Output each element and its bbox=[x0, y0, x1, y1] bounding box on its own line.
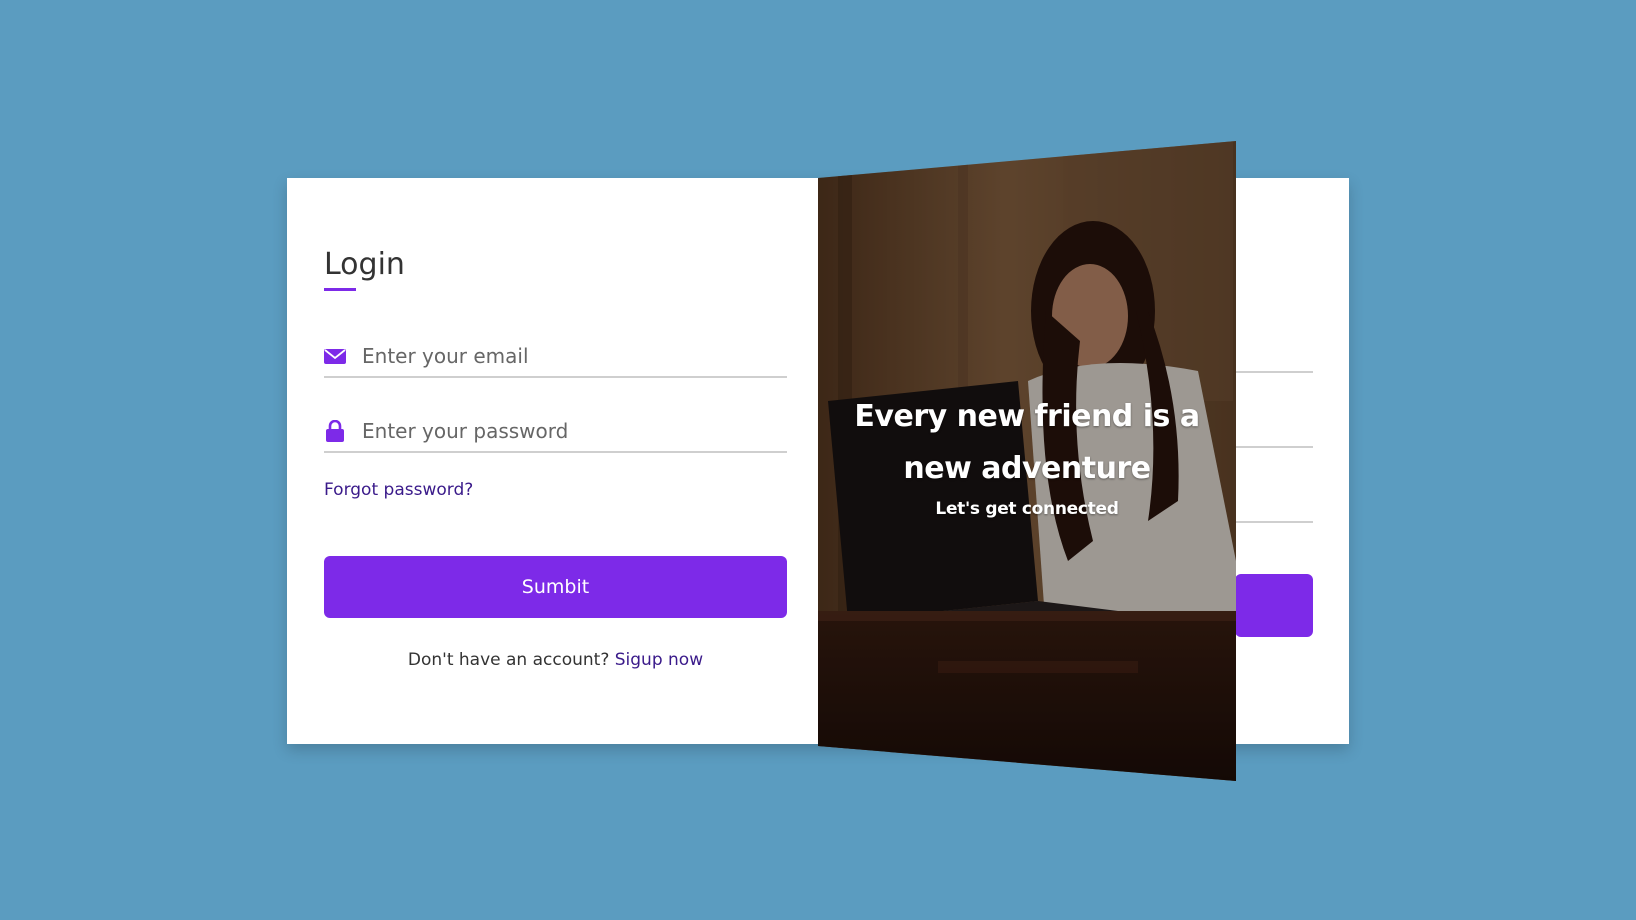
login-form: Login Enter your email Forgot password? … bbox=[324, 244, 787, 670]
cover-panel: Every new friend is a new adventure Let'… bbox=[818, 141, 1236, 781]
signup-field-underline bbox=[1225, 521, 1313, 523]
cover-heading-line1: Every new friend is a bbox=[854, 399, 1200, 434]
title-underline bbox=[324, 288, 356, 291]
page-title: Login bbox=[324, 247, 405, 282]
no-account-text: Don't have an account? bbox=[407, 650, 610, 670]
forgot-password-link[interactable]: Forgot password? bbox=[324, 480, 473, 500]
lock-icon bbox=[324, 420, 346, 442]
cover-heading-line2: new adventure bbox=[903, 451, 1151, 486]
password-input[interactable] bbox=[362, 419, 762, 443]
page-background: Login Enter your email Forgot password? … bbox=[0, 0, 1636, 920]
signup-field-underline bbox=[1225, 446, 1313, 448]
signup-submit-button[interactable] bbox=[1235, 574, 1313, 637]
signup-link[interactable]: Sigup now bbox=[615, 650, 703, 670]
email-field-row bbox=[324, 336, 787, 378]
submit-button[interactable]: Sumbit bbox=[324, 556, 787, 618]
signup-field-underline bbox=[1225, 371, 1313, 373]
cover-heading: Every new friend is a new adventure bbox=[818, 391, 1236, 495]
password-field-row bbox=[324, 411, 787, 453]
envelope-icon bbox=[324, 345, 346, 367]
cover-subheading: Let's get connected bbox=[935, 499, 1119, 519]
email-input[interactable] bbox=[362, 344, 762, 368]
signup-prompt: Don't have an account? Sigup now bbox=[324, 650, 787, 670]
